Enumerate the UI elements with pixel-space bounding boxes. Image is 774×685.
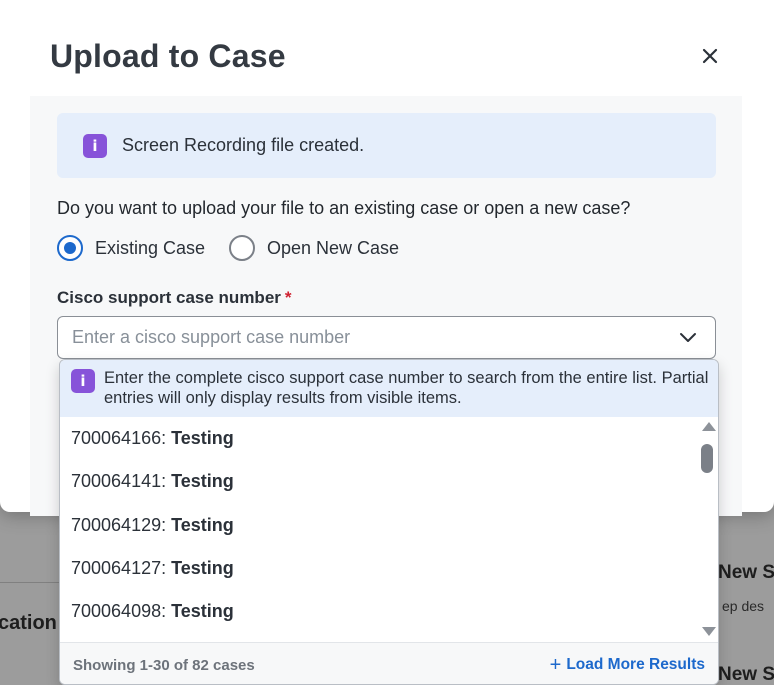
case-option-name: Testing [171,471,234,491]
case-option-name: Testing [171,558,234,578]
case-option-number: 700064141 [71,471,162,491]
background-label-left: cation [0,612,57,634]
case-number-select[interactable] [57,316,716,359]
radio-existing-case[interactable]: Existing Case [57,234,205,262]
close-button[interactable] [694,40,726,72]
case-option[interactable]: 700064141: Testing [60,460,698,503]
radio-label-new: Open New Case [267,237,400,258]
background-label-right: New S [718,562,774,583]
radio-button[interactable] [229,235,255,261]
scroll-thumb[interactable] [701,444,713,473]
results-count: Showing 1-30 of 82 cases [73,657,255,674]
load-more-label: Load More Results [566,656,705,673]
case-number-label: Cisco support case number * [57,288,292,308]
radio-label-existing: Existing Case [95,237,206,258]
background-label-right-2: New S [718,664,774,685]
case-option[interactable]: 700064166: Testing [60,417,698,460]
scroll-down-arrow-icon[interactable] [702,627,716,636]
dropdown-scrollbar[interactable] [699,418,716,642]
background-sub-right: ep des [722,598,765,614]
chevron-down-icon[interactable] [679,330,697,344]
scroll-up-arrow-icon[interactable] [702,422,716,431]
case-option[interactable]: 700064127: Testing [60,547,698,590]
case-option-name: Testing [171,515,234,535]
close-icon [702,48,718,64]
dropdown-info-text: Enter the complete cisco support case nu… [104,369,709,407]
info-banner-text: Screen Recording file created. [122,135,365,155]
case-option-number: 700064129 [71,515,162,535]
modal-title: Upload to Case [50,38,286,74]
load-more-button[interactable]: + Load More Results [549,654,705,676]
case-option[interactable]: 700064129: Testing [60,504,698,547]
case-option-number: 700064098 [71,601,162,621]
dropdown-footer: Showing 1-30 of 82 cases + Load More Res… [60,642,718,684]
dropdown-info-banner: i Enter the complete cisco support case … [60,360,718,417]
case-option-name: Testing [171,601,234,621]
case-dropdown: i Enter the complete cisco support case … [59,359,719,685]
case-option-name: Testing [171,428,234,448]
radio-open-new-case[interactable]: Open New Case [229,234,399,262]
required-mark: * [284,288,292,307]
case-number-input[interactable] [72,327,652,348]
case-option-number: 700064166 [71,428,162,448]
case-number-label-text: Cisco support case number [57,288,281,307]
info-icon: i [83,134,107,158]
plus-icon: + [549,654,562,676]
info-icon: i [71,369,95,393]
case-option[interactable]: 700064098: Testing [60,590,698,633]
upload-question: Do you want to upload your file to an ex… [57,198,631,218]
radio-button-selected[interactable] [57,235,83,261]
case-option-number: 700064127 [71,558,162,578]
